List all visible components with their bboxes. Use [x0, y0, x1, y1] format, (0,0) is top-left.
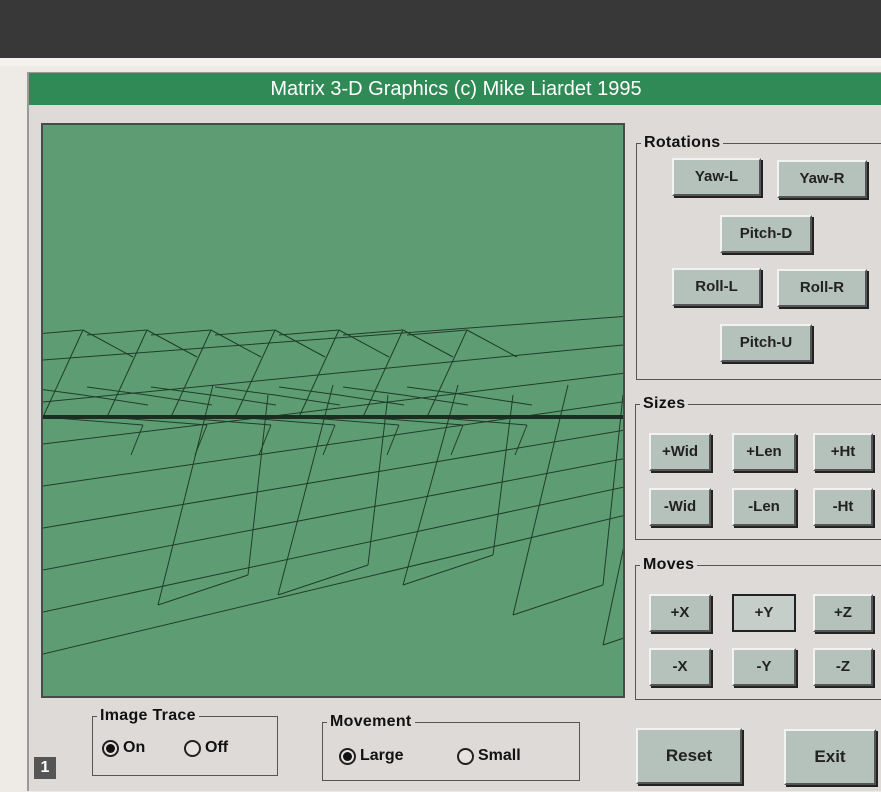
wireframe-edge [247, 394, 269, 576]
wireframe-edge [130, 424, 144, 456]
wireframe-edge [338, 329, 390, 358]
wireframe-edge [466, 394, 533, 406]
app-window: Matrix 3-D Graphics (c) Mike Liardet 199… [27, 72, 881, 791]
plus-length-button[interactable]: +Len [732, 433, 796, 471]
top-edge [0, 58, 881, 66]
minus-x-button[interactable]: -X [649, 648, 711, 686]
page-number-badge: 1 [34, 757, 56, 779]
window-title: Matrix 3-D Graphics (c) Mike Liardet 199… [29, 73, 881, 105]
top-band [0, 0, 881, 58]
wireframe-edge [278, 386, 340, 396]
plus-x-button[interactable]: +X [649, 594, 711, 632]
wireframe-edge [338, 394, 405, 406]
plus-y-button[interactable]: +Y [732, 594, 796, 632]
radio-selected-icon [102, 739, 119, 757]
sizes-legend: Sizes [643, 395, 686, 412]
wireframe-edge [214, 329, 276, 336]
roll-left-button[interactable]: Roll-L [672, 268, 761, 306]
wireframe-edge [514, 424, 528, 456]
wireframe-edge [258, 424, 272, 456]
wireframe-edge [210, 329, 262, 358]
reset-button[interactable]: Reset [636, 728, 742, 784]
radio-empty-icon [457, 747, 474, 765]
image-trace-off-option[interactable]: Off [184, 739, 228, 757]
wireframe-model [43, 315, 623, 655]
wireframe-edge [43, 329, 84, 334]
image-trace-on-label: On [123, 739, 146, 756]
wireframe-edge [274, 329, 326, 358]
movement-legend: Movement [330, 713, 412, 730]
3d-viewport[interactable] [41, 123, 625, 698]
wireframe-edge [342, 329, 404, 336]
wireframe-edge [402, 329, 454, 358]
wireframe-edge [146, 329, 198, 358]
wireframe-edge [43, 515, 623, 655]
plus-z-button[interactable]: +Z [813, 594, 873, 632]
radio-empty-icon [184, 739, 201, 757]
wireframe-edge [82, 394, 149, 406]
wireframe-edge [43, 458, 623, 571]
wireframe-edge [157, 574, 249, 606]
plus-height-button[interactable]: +Ht [813, 433, 873, 471]
roll-right-button[interactable]: Roll-R [777, 269, 867, 307]
wireframe-edge [150, 329, 212, 336]
wireframe-edge [466, 329, 518, 358]
wireframe-edge [342, 386, 404, 396]
wireframe-edge [402, 554, 494, 586]
radio-selected-icon [339, 747, 356, 765]
wireframe-edge [602, 394, 623, 586]
movement-small-label: Small [478, 747, 521, 764]
pitch-down-button[interactable]: Pitch-D [720, 215, 812, 253]
wireframe-edge [43, 429, 623, 529]
wireframe-edge [43, 486, 623, 613]
rotations-legend: Rotations [644, 134, 721, 151]
wireframe-edge [43, 344, 623, 403]
minus-z-button[interactable]: -Z [813, 648, 873, 686]
wireframe-edge [82, 329, 134, 358]
wireframe-edge [450, 424, 464, 456]
exit-button[interactable]: Exit [784, 729, 876, 785]
wireframe-edge [512, 584, 604, 616]
image-trace-off-label: Off [205, 739, 229, 756]
wireframe-edge [86, 386, 148, 396]
wireframe-edge [43, 389, 84, 396]
minus-height-button[interactable]: -Ht [813, 488, 873, 526]
movement-small-option[interactable]: Small [457, 747, 521, 765]
image-trace-on-option[interactable]: On [102, 739, 145, 757]
wireframe-edge [386, 424, 400, 456]
minus-length-button[interactable]: -Len [732, 488, 796, 526]
minus-y-button[interactable]: -Y [732, 648, 796, 686]
yaw-left-button[interactable]: Yaw-L [672, 158, 761, 196]
wireframe-edge [278, 329, 340, 336]
wireframe-edge [43, 372, 623, 445]
wireframe-edge [512, 384, 569, 616]
plus-width-button[interactable]: +Wid [649, 433, 711, 471]
pitch-up-button[interactable]: Pitch-U [720, 324, 812, 362]
minus-width-button[interactable]: -Wid [649, 488, 711, 526]
wireframe-edge [210, 394, 277, 406]
moves-legend: Moves [643, 556, 695, 573]
wireframe-edge [86, 329, 148, 336]
wireframe-edge [43, 329, 84, 418]
wireframe-edge [214, 386, 276, 396]
wireframe-edge [146, 394, 213, 406]
wireframe-edge [322, 424, 336, 456]
movement-large-option[interactable]: Large [339, 747, 404, 765]
wireframe-edge [43, 401, 623, 487]
yaw-right-button[interactable]: Yaw-R [777, 160, 867, 198]
image-trace-legend: Image Trace [100, 707, 196, 724]
movement-large-label: Large [360, 747, 404, 764]
